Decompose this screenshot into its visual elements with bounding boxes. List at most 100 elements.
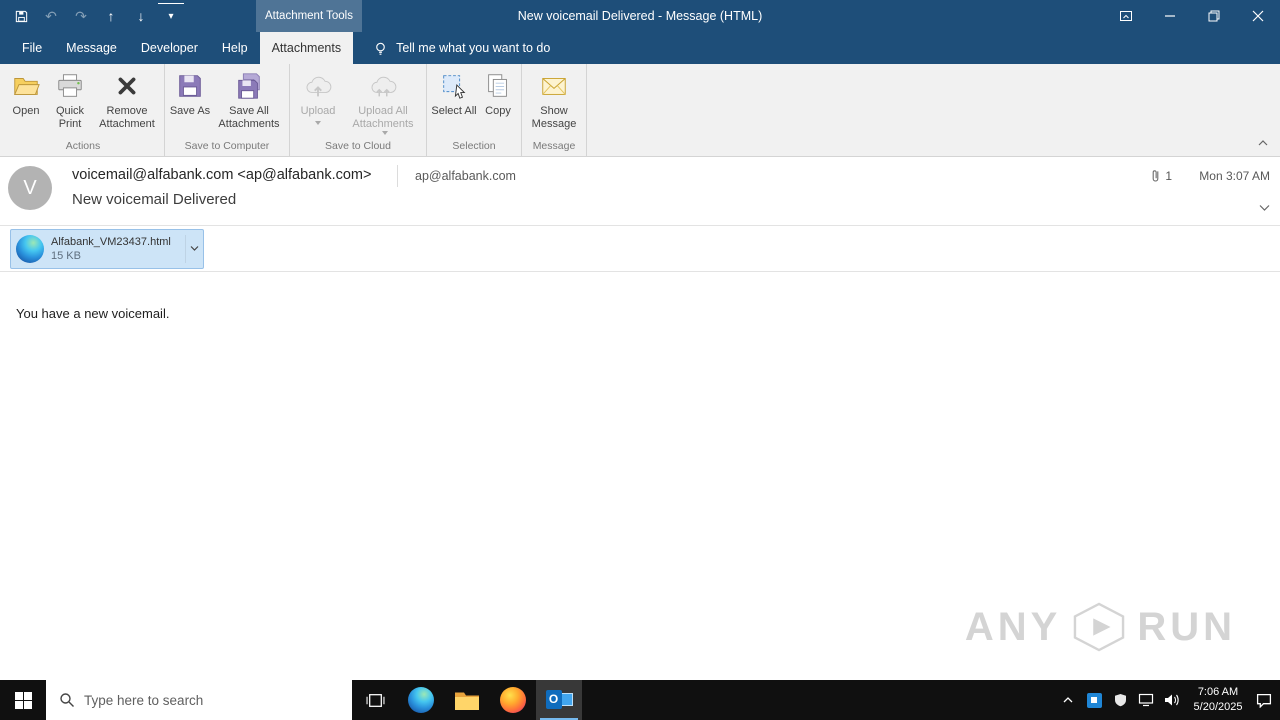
attachment-size: 15 KB <box>51 249 81 262</box>
action-center-button[interactable] <box>1252 680 1276 720</box>
anyrun-watermark: ANY RUN <box>965 602 1236 652</box>
window-controls <box>1104 0 1280 32</box>
customize-quick-access-button[interactable]: ▾ <box>158 3 184 29</box>
task-view-button[interactable] <box>352 680 398 720</box>
anyrun-logo-icon <box>1074 602 1125 652</box>
attachment-item[interactable]: Alfabank_VM23437.html 15 KB <box>10 228 204 269</box>
tray-app-button[interactable] <box>1082 680 1106 720</box>
search-input[interactable] <box>84 692 324 708</box>
tray-volume-button[interactable] <box>1160 680 1184 720</box>
group-label-save-to-computer: Save to Computer <box>184 140 270 152</box>
file-explorer-icon <box>455 692 479 710</box>
copy-icon <box>482 70 514 102</box>
tell-me-box[interactable]: Tell me what you want to do <box>373 32 550 64</box>
attachment-dropdown-button[interactable] <box>185 234 203 263</box>
system-tray: 7:06 AM 5/20/2025 <box>1056 680 1280 720</box>
sender-address[interactable]: voicemail@alfabank.com <ap@alfabank.com> <box>72 167 371 183</box>
tray-network-button[interactable] <box>1134 680 1158 720</box>
shield-icon <box>1114 694 1126 707</box>
copy-button[interactable]: Copy <box>478 66 518 138</box>
show-message-button[interactable]: Show Message <box>525 66 583 138</box>
show-message-label: Show Message <box>531 105 577 130</box>
taskbar-search-box[interactable] <box>46 680 352 720</box>
close-button[interactable] <box>1236 0 1280 32</box>
undo-button[interactable]: ↶ <box>38 3 64 29</box>
tab-help[interactable]: Help <box>210 32 260 64</box>
save-as-icon <box>174 70 206 102</box>
outlook-message-window: ↶ ↷ ↑ ↓ ▾ Attachment Tools New voicemail… <box>0 0 1280 720</box>
tab-message[interactable]: Message <box>54 32 129 64</box>
header-divider <box>397 165 398 187</box>
ribbon-display-options-button[interactable] <box>1104 0 1148 32</box>
window-title: New voicemail Delivered - Message (HTML) <box>517 9 763 23</box>
upload-all-attachments-label: Upload All Attachments <box>352 105 414 130</box>
watermark-any-text: ANY <box>964 604 1062 649</box>
group-label-actions: Actions <box>65 140 101 152</box>
open-folder-icon <box>10 70 42 102</box>
attachment-tools-header: Attachment Tools <box>256 0 362 32</box>
remove-attachment-button[interactable]: Remove Attachment <box>93 66 161 138</box>
expand-header-button[interactable] <box>1259 199 1270 217</box>
quick-access-toolbar: ↶ ↷ ↑ ↓ ▾ <box>0 3 184 29</box>
start-button[interactable] <box>0 680 46 720</box>
redo-button[interactable]: ↷ <box>68 3 94 29</box>
close-icon <box>1252 10 1264 22</box>
previous-item-button[interactable]: ↑ <box>98 3 124 29</box>
message-subject: New voicemail Delivered <box>72 191 237 208</box>
sender-avatar[interactable]: V <box>8 166 52 210</box>
tab-attachments[interactable]: Attachments <box>259 32 354 64</box>
save-button[interactable] <box>8 3 34 29</box>
restore-button[interactable] <box>1192 0 1236 32</box>
upload-all-dropdown-icon <box>381 130 388 135</box>
outlook-letter: O <box>548 692 559 706</box>
speaker-icon <box>1165 694 1179 706</box>
save-as-button[interactable]: Save As <box>168 66 212 138</box>
select-all-label: Select All <box>431 105 477 117</box>
action-center-icon <box>1256 693 1272 708</box>
attachments-strip: Alfabank_VM23437.html 15 KB <box>0 226 1280 272</box>
save-all-attachments-label: Save All Attachments <box>218 105 280 130</box>
save-as-label: Save As <box>169 105 211 117</box>
ribbon-group-message: Show Message Message <box>522 64 587 156</box>
remove-x-icon <box>111 70 143 102</box>
tray-security-button[interactable] <box>1108 680 1132 720</box>
ribbon-display-options-icon <box>1120 11 1132 21</box>
save-icon <box>15 10 27 22</box>
attachment-count: 1 <box>1150 168 1172 183</box>
tab-developer[interactable]: Developer <box>129 32 210 64</box>
group-label-message: Message <box>532 140 576 152</box>
chevron-down-icon <box>190 246 199 251</box>
chevron-up-icon <box>1258 140 1268 146</box>
copy-label: Copy <box>485 105 511 117</box>
titlebar: ↶ ↷ ↑ ↓ ▾ Attachment Tools New voicemail… <box>0 0 1280 32</box>
select-all-button[interactable]: Select All <box>430 66 478 138</box>
upload-label: Upload <box>300 105 336 117</box>
taskbar-edge-button[interactable] <box>398 680 444 720</box>
body-text: You have a new voicemail. <box>16 306 170 321</box>
next-item-button[interactable]: ↓ <box>128 3 154 29</box>
quick-print-button[interactable]: Quick Print <box>47 66 93 138</box>
taskbar-file-explorer-button[interactable] <box>444 680 490 720</box>
attachment-info: Alfabank_VM23437.html 15 KB <box>51 236 185 262</box>
collapse-ribbon-button[interactable] <box>1254 136 1272 150</box>
tray-app-icon <box>1086 692 1102 708</box>
ribbon-tab-row: File Message Developer Help Attachments … <box>0 32 1280 64</box>
tab-file[interactable]: File <box>10 32 54 64</box>
watermark-run-text: RUN <box>1137 604 1236 649</box>
minimize-button[interactable] <box>1148 0 1192 32</box>
open-label: Open <box>12 105 40 117</box>
taskbar-firefox-button[interactable] <box>490 680 536 720</box>
taskbar-clock[interactable]: 7:06 AM 5/20/2025 <box>1186 685 1250 715</box>
taskbar-outlook-button[interactable]: O <box>536 680 582 720</box>
attachment-filename: Alfabank_VM23437.html <box>51 235 171 248</box>
recipient-address[interactable]: ap@alfabank.com <box>415 169 516 183</box>
minimize-icon <box>1165 15 1175 17</box>
quick-print-label: Quick Print <box>55 105 85 130</box>
ribbon-group-actions: Open Quick Print Remove Attachment Actio… <box>2 64 165 156</box>
outlook-icon: O <box>545 689 573 712</box>
group-label-save-to-cloud: Save to Cloud <box>325 140 391 152</box>
tray-expand-button[interactable] <box>1056 680 1080 720</box>
select-all-icon <box>438 70 470 102</box>
save-all-attachments-button[interactable]: Save All Attachments <box>212 66 286 138</box>
open-button[interactable]: Open <box>5 66 47 138</box>
